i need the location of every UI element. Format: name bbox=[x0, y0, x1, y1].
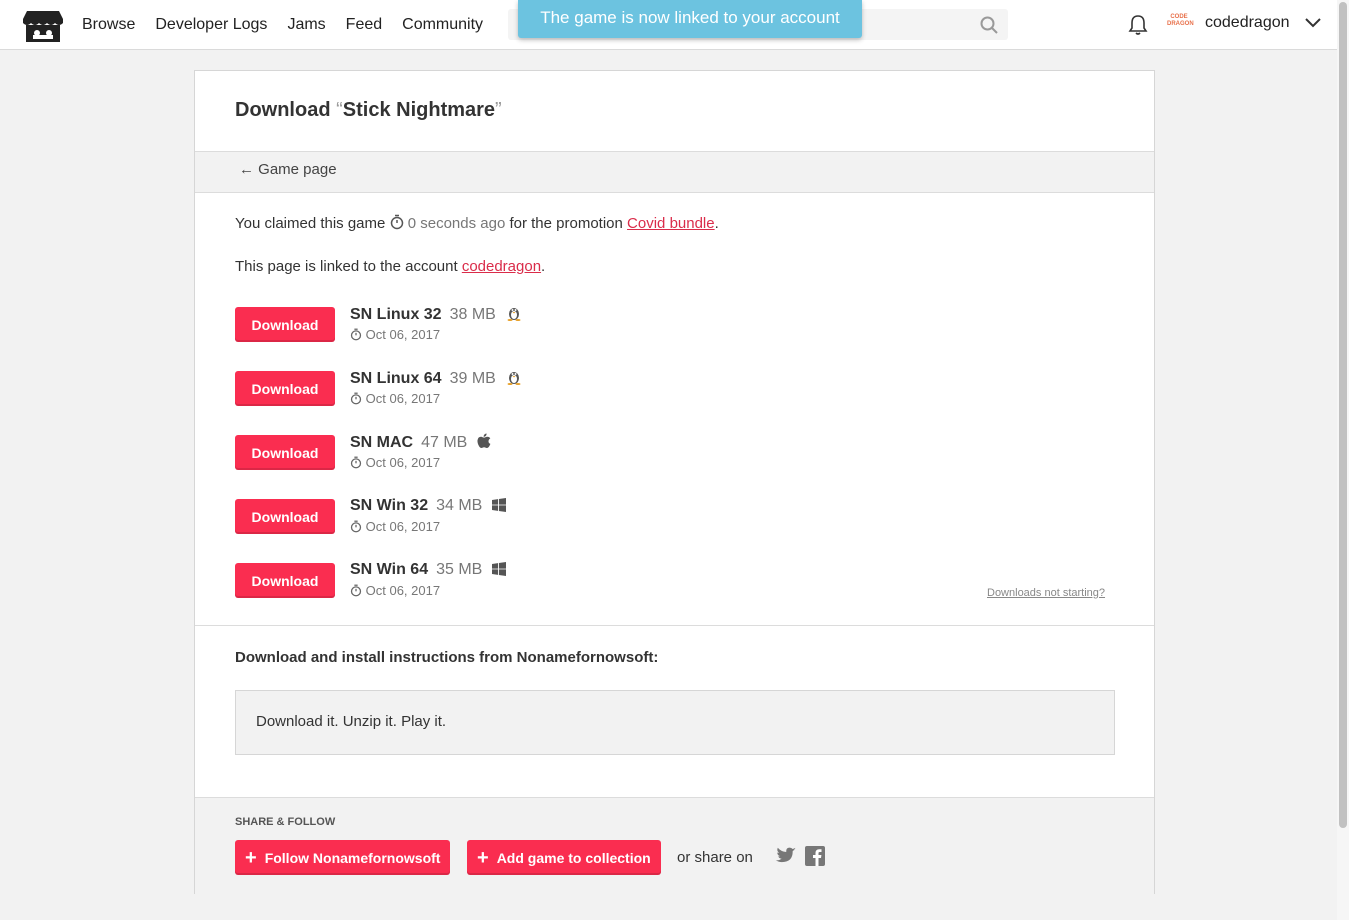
itch-logo-icon[interactable] bbox=[23, 7, 63, 44]
upload-row: Download SN Linux 32 38 MB Oct 06, 2017 bbox=[235, 305, 1115, 345]
avatar[interactable]: CODE DRAGON bbox=[1167, 14, 1194, 36]
windows-icon bbox=[492, 498, 507, 517]
back-link-label: Game page bbox=[258, 161, 337, 178]
upload-size: 38 MB bbox=[449, 306, 496, 323]
share-follow-section: SHARE & FOLLOW + Follow Nonamefornowsoft… bbox=[195, 797, 1154, 894]
chevron-down-icon[interactable] bbox=[1305, 18, 1321, 28]
upload-info: SN Win 64 35 MB bbox=[350, 561, 507, 581]
windows-icon bbox=[492, 562, 507, 581]
linux-icon bbox=[506, 369, 522, 390]
divider bbox=[195, 625, 1154, 626]
upload-info: SN Win 32 34 MB bbox=[350, 497, 507, 517]
upload-row: Download SN Win 64 35 MB Oct 06, 2017 bbox=[235, 561, 1115, 601]
download-button[interactable]: Download bbox=[235, 371, 335, 406]
upload-row: Download SN Linux 64 39 MB Oct 06, 2017 bbox=[235, 369, 1115, 409]
linked-toast: The game is now linked to your account bbox=[518, 0, 862, 38]
upload-size: 35 MB bbox=[436, 561, 483, 578]
upload-date: Oct 06, 2017 bbox=[350, 327, 440, 342]
apple-icon bbox=[477, 433, 491, 454]
upload-name: SN Win 32 bbox=[350, 497, 429, 514]
instructions-title: Download and install instructions from N… bbox=[235, 649, 659, 666]
claimed-notice: You claimed this game 0 seconds ago for … bbox=[235, 214, 719, 232]
download-button[interactable]: Download bbox=[235, 435, 335, 470]
claimed-mid-text: for the promotion bbox=[509, 215, 623, 232]
search-icon[interactable] bbox=[980, 16, 998, 34]
claimed-time: 0 seconds ago bbox=[407, 215, 506, 232]
upload-date-text: Oct 06, 2017 bbox=[365, 391, 441, 406]
upload-date: Oct 06, 2017 bbox=[350, 519, 440, 534]
nav-developer-logs[interactable]: Developer Logs bbox=[155, 16, 267, 34]
instructions-body: Download it. Unzip it. Play it. bbox=[256, 713, 447, 730]
back-to-game-link[interactable]: ← Game page bbox=[239, 161, 337, 178]
avatar-text-line-2: DRAGON bbox=[1167, 21, 1194, 27]
plus-icon: + bbox=[477, 846, 489, 869]
upload-size: 39 MB bbox=[449, 370, 496, 387]
game-title: Stick Nightmare bbox=[342, 99, 496, 121]
claimed-text: You claimed this game bbox=[235, 215, 386, 232]
upload-date: Oct 06, 2017 bbox=[350, 583, 440, 598]
follow-button-label: Follow Nonamefornowsoft bbox=[264, 849, 441, 866]
main-nav: Browse Developer Logs Jams Feed Communit… bbox=[82, 0, 483, 49]
page-title: Download “Stick Nightmare” bbox=[235, 99, 502, 121]
upload-name: SN Linux 32 bbox=[350, 306, 442, 323]
or-share-text: or share on bbox=[677, 849, 753, 866]
nav-browse[interactable]: Browse bbox=[82, 16, 135, 34]
upload-info: SN Linux 32 38 MB bbox=[350, 305, 522, 326]
download-button[interactable]: Download bbox=[235, 307, 335, 342]
upload-size: 47 MB bbox=[421, 434, 468, 451]
upload-info: SN Linux 64 39 MB bbox=[350, 369, 522, 390]
linked-account-notice: This page is linked to the account coded… bbox=[235, 258, 546, 275]
download-button[interactable]: Download bbox=[235, 563, 335, 598]
upload-date-text: Oct 06, 2017 bbox=[365, 519, 441, 534]
follow-button[interactable]: + Follow Nonamefornowsoft bbox=[235, 840, 451, 875]
avatar-text-line-1: CODE bbox=[1170, 14, 1188, 20]
upload-date-text: Oct 06, 2017 bbox=[365, 327, 441, 342]
scrollbar-thumb[interactable] bbox=[1339, 2, 1347, 828]
sub-nav-bar: ← Game page bbox=[195, 151, 1154, 193]
instructions-box: Download it. Unzip it. Play it. bbox=[235, 690, 1115, 755]
download-button[interactable]: Download bbox=[235, 499, 335, 534]
upload-name: SN MAC bbox=[350, 434, 414, 451]
upload-name: SN Win 64 bbox=[350, 561, 429, 578]
upload-date-text: Oct 06, 2017 bbox=[365, 583, 441, 598]
nav-feed[interactable]: Feed bbox=[346, 16, 382, 34]
upload-date-text: Oct 06, 2017 bbox=[365, 455, 441, 470]
collection-button-label: Add game to collection bbox=[496, 849, 651, 866]
download-card: Download “Stick Nightmare” ← Game page Y… bbox=[194, 70, 1155, 894]
facebook-icon[interactable] bbox=[805, 846, 825, 866]
stopwatch-icon bbox=[390, 214, 403, 230]
share-follow-label: SHARE & FOLLOW bbox=[235, 816, 336, 828]
title-prefix: Download bbox=[235, 99, 331, 121]
arrow-left-icon: ← bbox=[239, 161, 254, 178]
plus-icon: + bbox=[245, 846, 257, 869]
upload-name: SN Linux 64 bbox=[350, 370, 442, 387]
upload-date: Oct 06, 2017 bbox=[350, 391, 440, 406]
nav-jams[interactable]: Jams bbox=[287, 16, 325, 34]
downloads-not-starting-link[interactable]: Downloads not starting? bbox=[987, 587, 1105, 599]
upload-size: 34 MB bbox=[436, 497, 483, 514]
nav-community[interactable]: Community bbox=[402, 16, 483, 34]
upload-date: Oct 06, 2017 bbox=[350, 455, 440, 470]
upload-info: SN MAC 47 MB bbox=[350, 433, 491, 454]
linux-icon bbox=[506, 305, 522, 326]
account-link[interactable]: codedragon bbox=[462, 258, 541, 275]
username[interactable]: codedragon bbox=[1205, 14, 1290, 32]
upload-row: Download SN MAC 47 MB Oct 06, 2017 bbox=[235, 433, 1115, 473]
promotion-link[interactable]: Covid bundle bbox=[627, 215, 715, 232]
bell-icon[interactable] bbox=[1128, 14, 1148, 36]
linked-text: This page is linked to the account bbox=[235, 258, 458, 275]
upload-row: Download SN Win 32 34 MB Oct 06, 2017 bbox=[235, 497, 1115, 537]
twitter-icon[interactable] bbox=[775, 847, 797, 865]
add-to-collection-button[interactable]: + Add game to collection bbox=[467, 840, 661, 875]
